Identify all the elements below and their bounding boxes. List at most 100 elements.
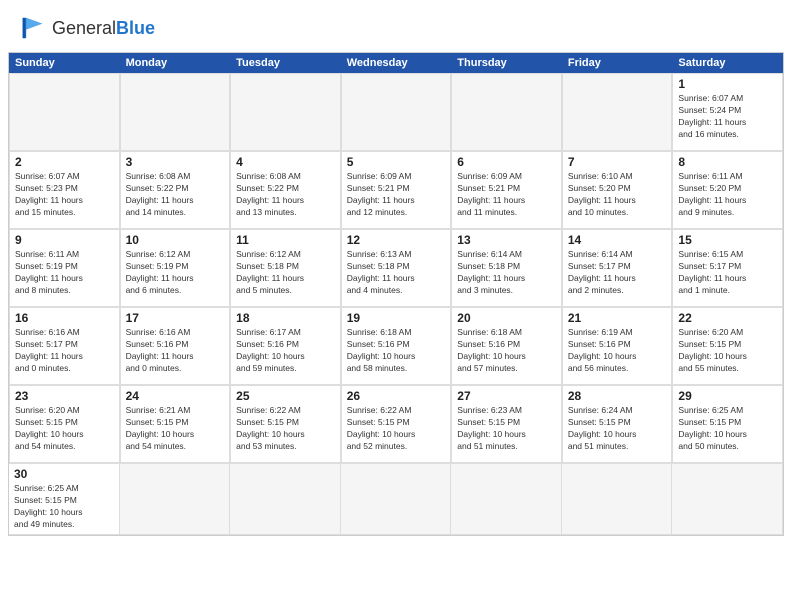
cal-cell: 28 Sunrise: 6:24 AM Sunset: 5:15 PM Dayli… — [562, 385, 673, 463]
cal-cell: 15 Sunrise: 6:15 AM Sunset: 5:17 PM Dayli… — [672, 229, 783, 307]
day-info: Sunrise: 6:16 AM Sunset: 5:16 PM Dayligh… — [126, 327, 225, 375]
day-number: 10 — [126, 233, 225, 247]
cal-cell — [341, 73, 452, 151]
day-number: 22 — [678, 311, 777, 325]
cal-cell: 29 Sunrise: 6:25 AM Sunset: 5:15 PM Dayli… — [672, 385, 783, 463]
day-info: Sunrise: 6:22 AM Sunset: 5:15 PM Dayligh… — [347, 405, 446, 453]
day-number: 6 — [457, 155, 556, 169]
cal-cell: 26 Sunrise: 6:22 AM Sunset: 5:15 PM Dayli… — [341, 385, 452, 463]
cal-cell: 23Sunrise: 6:20 AM Sunset: 5:15 PM Dayli… — [9, 385, 120, 463]
day-info: Sunrise: 6:18 AM Sunset: 5:16 PM Dayligh… — [457, 327, 556, 375]
day-number: 8 — [678, 155, 777, 169]
day-info: Sunrise: 6:24 AM Sunset: 5:15 PM Dayligh… — [568, 405, 667, 453]
day-number: 11 — [236, 233, 335, 247]
day-info: Sunrise: 6:12 AM Sunset: 5:18 PM Dayligh… — [236, 249, 335, 297]
cal-cell: 2 Sunrise: 6:07 AM Sunset: 5:23 PM Daylig… — [9, 151, 120, 229]
cal-cell: 27 Sunrise: 6:23 AM Sunset: 5:15 PM Dayli… — [451, 385, 562, 463]
cal-cell: 6 Sunrise: 6:09 AM Sunset: 5:21 PM Daylig… — [451, 151, 562, 229]
weekday-header-monday: Monday — [120, 53, 231, 73]
cal-cell: 8 Sunrise: 6:11 AM Sunset: 5:20 PM Daylig… — [672, 151, 783, 229]
day-number: 9 — [15, 233, 114, 247]
generalblue-logo-icon — [16, 12, 48, 44]
day-number: 29 — [678, 389, 777, 403]
day-number: 18 — [236, 311, 335, 325]
day-number: 2 — [15, 155, 114, 169]
day-number: 19 — [347, 311, 446, 325]
last-row-cell — [120, 464, 231, 535]
cal-cell — [120, 73, 231, 151]
day-number: 24 — [126, 389, 225, 403]
cal-cell: 3 Sunrise: 6:08 AM Sunset: 5:22 PM Daylig… — [120, 151, 231, 229]
day-info: Sunrise: 6:20 AM Sunset: 5:15 PM Dayligh… — [15, 405, 114, 453]
day-info: Sunrise: 6:11 AM Sunset: 5:20 PM Dayligh… — [678, 171, 777, 219]
day-number: 14 — [568, 233, 667, 247]
day-info: Sunrise: 6:07 AM Sunset: 5:23 PM Dayligh… — [15, 171, 114, 219]
cal-cell: 9 Sunrise: 6:11 AM Sunset: 5:19 PM Daylig… — [9, 229, 120, 307]
day-info: Sunrise: 6:20 AM Sunset: 5:15 PM Dayligh… — [678, 327, 777, 375]
day-number: 26 — [347, 389, 446, 403]
day-number: 4 — [236, 155, 335, 169]
day-number: 15 — [678, 233, 777, 247]
day-info: Sunrise: 6:08 AM Sunset: 5:22 PM Dayligh… — [126, 171, 225, 219]
cal-cell — [562, 73, 673, 151]
day-info: Sunrise: 6:19 AM Sunset: 5:16 PM Dayligh… — [568, 327, 667, 375]
last-row-cell — [451, 464, 562, 535]
cal-cell — [451, 73, 562, 151]
day-info: Sunrise: 6:18 AM Sunset: 5:16 PM Dayligh… — [347, 327, 446, 375]
weekday-header-thursday: Thursday — [451, 53, 562, 73]
day-info: Sunrise: 6:14 AM Sunset: 5:17 PM Dayligh… — [568, 249, 667, 297]
day-number: 28 — [568, 389, 667, 403]
cal-cell: 18 Sunrise: 6:17 AM Sunset: 5:16 PM Dayli… — [230, 307, 341, 385]
day-info: Sunrise: 6:16 AM Sunset: 5:17 PM Dayligh… — [15, 327, 114, 375]
cal-cell: 17 Sunrise: 6:16 AM Sunset: 5:16 PM Dayli… — [120, 307, 231, 385]
cal-cell: 7Sunrise: 6:10 AM Sunset: 5:20 PM Daylig… — [562, 151, 673, 229]
day-info: Sunrise: 6:11 AM Sunset: 5:19 PM Dayligh… — [15, 249, 114, 297]
cal-cell: 16 Sunrise: 6:16 AM Sunset: 5:17 PM Dayli… — [9, 307, 120, 385]
day-number: 13 — [457, 233, 556, 247]
cal-cell: 24 Sunrise: 6:21 AM Sunset: 5:15 PM Dayli… — [120, 385, 231, 463]
cal-cell: 21 Sunrise: 6:19 AM Sunset: 5:16 PM Dayli… — [562, 307, 673, 385]
calendar-header: SundayMondayTuesdayWednesdayThursdayFrid… — [9, 53, 783, 73]
day-number: 1 — [678, 77, 777, 91]
day-info: Sunrise: 6:10 AM Sunset: 5:20 PM Dayligh… — [568, 171, 667, 219]
day-info: Sunrise: 6:09 AM Sunset: 5:21 PM Dayligh… — [457, 171, 556, 219]
header: GeneralBlue — [0, 0, 792, 52]
day-number: 16 — [15, 311, 114, 325]
logo: GeneralBlue — [16, 12, 155, 44]
day-info: Sunrise: 6:15 AM Sunset: 5:17 PM Dayligh… — [678, 249, 777, 297]
day-info: Sunrise: 6:07 AM Sunset: 5:24 PM Dayligh… — [678, 93, 777, 141]
weekday-header-sunday: Sunday — [9, 53, 120, 73]
weekday-header-friday: Friday — [562, 53, 673, 73]
last-row-cell — [672, 464, 783, 535]
last-row-cell: 30Sunrise: 6:25 AM Sunset: 5:15 PM Dayli… — [9, 464, 120, 535]
day-number: 21 — [568, 311, 667, 325]
day-number: 3 — [126, 155, 225, 169]
cal-cell: 22 Sunrise: 6:20 AM Sunset: 5:15 PM Dayli… — [672, 307, 783, 385]
day-number: 17 — [126, 311, 225, 325]
last-row: 30Sunrise: 6:25 AM Sunset: 5:15 PM Dayli… — [9, 463, 783, 535]
cal-cell: 13 Sunrise: 6:14 AM Sunset: 5:18 PM Dayli… — [451, 229, 562, 307]
day-info: Sunrise: 6:08 AM Sunset: 5:22 PM Dayligh… — [236, 171, 335, 219]
cal-cell: 11 Sunrise: 6:12 AM Sunset: 5:18 PM Dayli… — [230, 229, 341, 307]
weekday-header-saturday: Saturday — [672, 53, 783, 73]
cal-cell: 20Sunrise: 6:18 AM Sunset: 5:16 PM Dayli… — [451, 307, 562, 385]
day-number: 5 — [347, 155, 446, 169]
day-info: Sunrise: 6:25 AM Sunset: 5:15 PM Dayligh… — [14, 483, 114, 531]
day-info: Sunrise: 6:21 AM Sunset: 5:15 PM Dayligh… — [126, 405, 225, 453]
day-number: 25 — [236, 389, 335, 403]
weekday-header-tuesday: Tuesday — [230, 53, 341, 73]
day-info: Sunrise: 6:25 AM Sunset: 5:15 PM Dayligh… — [678, 405, 777, 453]
day-info: Sunrise: 6:17 AM Sunset: 5:16 PM Dayligh… — [236, 327, 335, 375]
last-row-cell — [230, 464, 341, 535]
cal-cell: 19 Sunrise: 6:18 AM Sunset: 5:16 PM Dayli… — [341, 307, 452, 385]
logo-text: GeneralBlue — [52, 18, 155, 39]
cal-cell: 14 Sunrise: 6:14 AM Sunset: 5:17 PM Dayli… — [562, 229, 673, 307]
day-number: 12 — [347, 233, 446, 247]
day-info: Sunrise: 6:23 AM Sunset: 5:15 PM Dayligh… — [457, 405, 556, 453]
day-number: 27 — [457, 389, 556, 403]
weekday-header-wednesday: Wednesday — [341, 53, 452, 73]
cal-cell: 10Sunrise: 6:12 AM Sunset: 5:19 PM Dayli… — [120, 229, 231, 307]
day-info: Sunrise: 6:14 AM Sunset: 5:18 PM Dayligh… — [457, 249, 556, 297]
day-info: Sunrise: 6:13 AM Sunset: 5:18 PM Dayligh… — [347, 249, 446, 297]
calendar: SundayMondayTuesdayWednesdayThursdayFrid… — [8, 52, 784, 536]
